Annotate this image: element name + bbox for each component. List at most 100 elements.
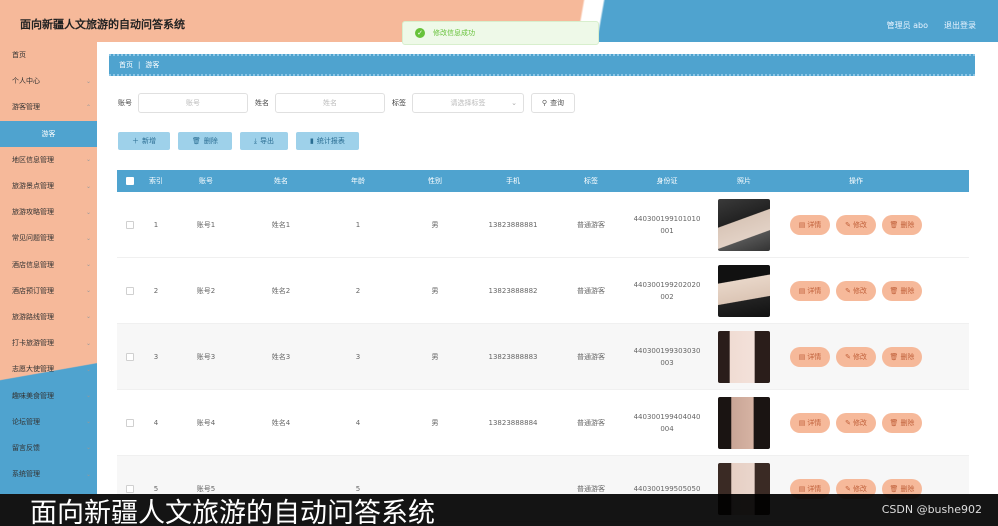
cell-tag: 普通游客 <box>577 352 605 361</box>
row-checkbox[interactable] <box>117 286 143 295</box>
chevron-down-icon: ⌄ <box>85 418 91 426</box>
col-header-index: 索引 <box>149 177 163 185</box>
cell-name: 姓名1 <box>271 220 291 229</box>
edit-button[interactable]: ✎ 修改 <box>836 280 876 301</box>
add-button[interactable]: ＋新增 <box>118 132 170 150</box>
bar-chart-icon: ▮ <box>310 137 314 145</box>
sidebar-item-booking[interactable]: 酒店预订管理 ⌄ <box>0 278 97 304</box>
cell-phone: 13823888882 <box>488 286 538 295</box>
chevron-down-icon: ⌄ <box>85 470 91 478</box>
sidebar-item-label: 旅游路线管理 <box>12 312 54 321</box>
sidebar-item-food[interactable]: 趣味美食管理 ⌄ <box>0 382 97 408</box>
cell-photo <box>705 264 783 317</box>
sidebar-item-hotel[interactable]: 酒店信息管理 ⌄ <box>0 252 97 278</box>
video-caption-bar: 面向新疆人文旅游的自动问答系统 CSDN @bushe902 <box>0 494 998 526</box>
search-icon: ⚲ <box>541 99 548 107</box>
cell-ops: ▤ 详情 ✎ 修改 🗑 删除 <box>783 346 929 367</box>
detail-button[interactable]: ▤ 详情 <box>790 346 830 367</box>
trash-icon: 🗑 <box>889 352 899 361</box>
breadcrumb-home[interactable]: 首页 <box>119 60 133 70</box>
cell-id-card: 440300199303030 003 <box>629 345 705 369</box>
sidebar-item-route[interactable]: 旅游路线管理 ⌄ <box>0 304 97 330</box>
breadcrumb: 首页 | 游客 <box>109 54 975 76</box>
cell-account: 账号1 <box>196 220 216 229</box>
app-title: 面向新疆人文旅游的自动问答系统 <box>20 18 185 31</box>
detail-button[interactable]: ▤ 详情 <box>790 214 830 235</box>
sidebar-item-tourist-mgmt[interactable]: 游客管理 ⌃ <box>0 94 97 120</box>
tag-select[interactable]: 请选择标签 ⌄ <box>412 93 524 113</box>
delete-label: 删除 <box>900 220 915 229</box>
delete-label: 删除 <box>900 352 915 361</box>
cell-index: 2 <box>153 286 159 295</box>
cell-account: 账号3 <box>196 352 216 361</box>
success-toast: ✓ 修改信息成功 <box>402 21 599 45</box>
cell-age: 2 <box>355 286 361 295</box>
query-button[interactable]: ⚲ 查询 <box>531 93 575 113</box>
sidebar-item-ambassador[interactable]: 志愿大使管理 ⌄ <box>0 356 97 382</box>
sidebar-item-scenic[interactable]: 旅游景点管理 ⌄ <box>0 173 97 199</box>
edit-button[interactable]: ✎ 修改 <box>836 412 876 433</box>
sidebar-item-system[interactable]: 系统管理 ⌄ <box>0 461 97 487</box>
edit-button[interactable]: ✎ 修改 <box>836 346 876 367</box>
chevron-down-icon: ⌄ <box>85 444 91 452</box>
export-button-label: 导出 <box>260 137 274 145</box>
cell-name: 姓名4 <box>271 418 291 427</box>
document-icon: ▤ <box>798 352 806 361</box>
sidebar-item-checkin[interactable]: 打卡旅游管理 ⌄ <box>0 330 97 356</box>
id-line-1: 440300199202020 <box>633 280 701 289</box>
detail-label: 详情 <box>807 286 822 295</box>
cell-id-card: 440300199404040 004 <box>629 411 705 435</box>
col-header-photo: 照片 <box>737 177 751 185</box>
col-header-age: 年龄 <box>351 177 365 185</box>
row-checkbox[interactable] <box>117 418 143 427</box>
detail-button[interactable]: ▤ 详情 <box>790 412 830 433</box>
caption-text: 面向新疆人文旅游的自动问答系统 <box>30 497 435 526</box>
tag-select-placeholder: 请选择标签 <box>450 99 486 107</box>
table-row: 2 账号2 姓名2 2 男 13823888882 普通游客 440300199… <box>117 258 969 324</box>
id-line-2: 004 <box>660 424 674 433</box>
logout-link[interactable]: 退出登录 <box>944 20 976 31</box>
sidebar-item-guide[interactable]: 旅游攻略管理 ⌄ <box>0 199 97 225</box>
name-input[interactable]: 姓名 <box>275 93 385 113</box>
edit-icon: ✎ <box>845 352 851 361</box>
sidebar-item-forum[interactable]: 论坛管理 ⌄ <box>0 409 97 435</box>
sidebar-item-label: 旅游景点管理 <box>12 182 54 191</box>
export-button[interactable]: ⤓ 导出 <box>239 132 288 150</box>
select-all-checkbox[interactable] <box>117 177 143 185</box>
sidebar-item-region[interactable]: 地区信息管理 ⌄ <box>0 147 97 173</box>
stats-report-button[interactable]: ▮ 统计报表 <box>296 132 359 150</box>
delete-row-button[interactable]: 🗑 删除 <box>882 214 922 235</box>
cell-photo <box>705 396 783 449</box>
sidebar-item-label: 游客 <box>41 129 56 138</box>
download-icon: ⤓ <box>253 136 257 145</box>
row-checkbox[interactable] <box>117 220 143 229</box>
sidebar-item-tourist[interactable]: 游客 <box>0 120 97 147</box>
sidebar-item-label: 首页 <box>12 51 26 60</box>
name-label: 姓名 <box>255 99 269 107</box>
detail-label: 详情 <box>807 220 822 229</box>
delete-row-button[interactable]: 🗑 删除 <box>882 346 922 367</box>
sidebar-item-label: 打卡旅游管理 <box>12 339 54 348</box>
delete-row-button[interactable]: 🗑 删除 <box>882 412 922 433</box>
sidebar-item-feedback[interactable]: 留言反馈 ⌄ <box>0 435 97 461</box>
row-checkbox[interactable] <box>117 352 143 361</box>
edit-button[interactable]: ✎ 修改 <box>836 214 876 235</box>
account-input[interactable]: 账号 <box>138 93 248 113</box>
col-header-id-card: 身份证 <box>656 177 678 185</box>
delete-row-button[interactable]: 🗑 删除 <box>882 280 922 301</box>
chevron-down-icon: ⌄ <box>85 313 91 321</box>
chevron-down-icon: ⌄ <box>85 77 91 85</box>
sidebar-item-profile[interactable]: 个人中心 ⌄ <box>0 68 97 94</box>
detail-button[interactable]: ▤ 详情 <box>790 280 830 301</box>
cell-phone: 13823888883 <box>488 352 538 361</box>
edit-icon: ✎ <box>845 418 851 427</box>
detail-label: 详情 <box>807 352 822 361</box>
cell-tag: 普通游客 <box>577 286 605 295</box>
sidebar-item-home[interactable]: 首页 <box>0 42 97 68</box>
chevron-down-icon: ⌄ <box>85 339 91 347</box>
delete-button[interactable]: 🗑 删除 <box>178 132 232 150</box>
sidebar-item-faq[interactable]: 常见问题管理 ⌄ <box>0 225 97 251</box>
sidebar-item-label: 系统管理 <box>12 470 40 479</box>
cell-photo <box>705 198 783 251</box>
id-line-1: 440300199505050 <box>633 484 701 493</box>
